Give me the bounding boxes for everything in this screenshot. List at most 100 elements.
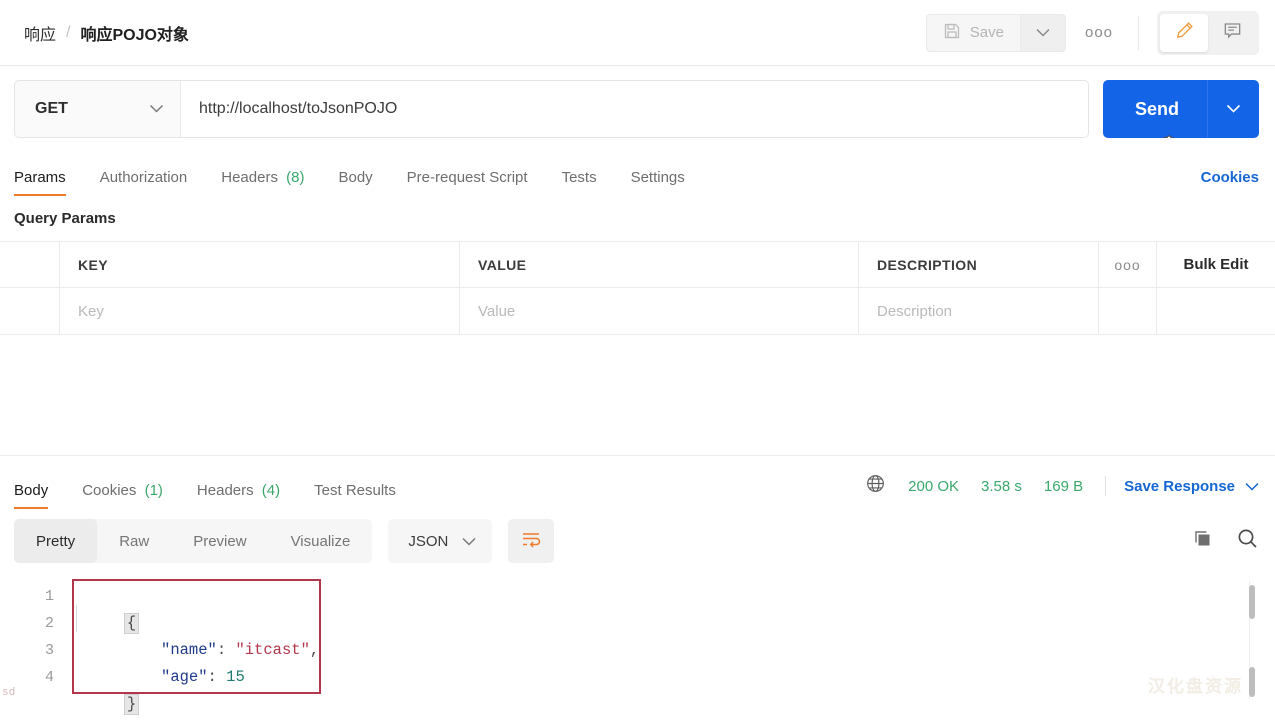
tab-pre-request-script[interactable]: Pre-request Script [407,169,528,196]
row-key-input[interactable]: Key [60,288,460,334]
comment-button[interactable] [1208,14,1256,52]
response-tab-body[interactable]: Body [14,482,49,509]
http-method-select[interactable]: GET [15,81,181,137]
response-tab-headers[interactable]: Headers (4) [197,482,280,509]
response-time: 3.58 s [981,477,1022,495]
json-string-value: "itcast" [235,641,310,659]
response-meta: 200 OK 3.58 s 169 B Save Response [865,473,1259,509]
scrollbar-thumb-top[interactable] [1249,585,1255,619]
code-line-4: } [68,664,1275,715]
chevron-down-icon [1036,24,1050,42]
chevron-down-icon [149,100,164,118]
response-body-viewer[interactable]: 1 2 3 4 { "name": "itcast", "age": 15 } … [0,573,1275,715]
row-actions-cell [1099,288,1157,334]
tab-tests-label: Tests [561,169,597,186]
breadcrumb-parent[interactable]: 响应 [24,21,56,45]
pencil-icon [1174,20,1195,46]
request-url-row: GET http://localhost/toJsonPOJO Send [0,66,1275,152]
http-method-value: GET [35,100,68,117]
cookies-link[interactable]: Cookies [1201,169,1259,196]
response-size: 169 B [1043,477,1084,495]
scrollbar-thumb-bottom[interactable] [1249,667,1255,697]
ooo-icon: ooo [1114,256,1141,273]
tab-authorization[interactable]: Authorization [100,169,188,196]
tab-settings-label: Settings [630,169,685,186]
chevron-down-icon [462,533,476,550]
globe-icon[interactable] [865,473,886,499]
select-all-checkbox-cell[interactable] [0,242,60,287]
column-header-key: KEY [60,242,460,287]
query-params-title: Query Params [14,210,116,227]
search-icon [1236,527,1259,555]
response-body-code[interactable]: { "name": "itcast", "age": 15 } [68,583,1275,715]
response-tab-cookies-label: Cookies [82,482,137,499]
save-response-button[interactable]: Save Response [1124,478,1259,495]
row-checkbox-cell[interactable] [0,288,60,334]
request-url-value: http://localhost/toJsonPOJO [199,100,398,117]
params-more-options-button[interactable]: ooo [1099,242,1157,287]
format-tab-pretty[interactable]: Pretty [14,519,98,563]
row-value-input[interactable]: Value [460,288,859,334]
brace-match-connector [76,605,77,632]
tab-tests[interactable]: Tests [562,169,597,196]
copy-button[interactable] [1192,528,1214,555]
ooo-icon: ooo [1084,24,1114,41]
response-tab-test-results[interactable]: Test Results [314,482,396,509]
response-tab-cookies[interactable]: Cookies (1) [82,482,163,509]
tab-body-label: Body [338,169,373,186]
json-key: "name" [161,641,217,659]
code-line-2: "name": "itcast", [68,610,1275,659]
tab-authorization-label: Authorization [99,169,188,186]
table-row: Key Value Description [0,288,1275,334]
top-bar: 响应 / 响应POJO对象 Save ooo [0,0,1275,66]
response-tab-cookies-count: (1) [144,482,163,499]
format-tab-pretty-label: Pretty [36,532,76,550]
response-body-scrollbar[interactable] [1249,581,1255,699]
chevron-down-icon [1226,100,1241,118]
more-options-button[interactable]: ooo [1078,14,1120,52]
save-button[interactable]: Save [927,15,1020,51]
format-tab-preview[interactable]: Preview [171,519,268,563]
copy-icon [1192,528,1214,555]
tab-params[interactable]: Params [14,169,66,196]
breadcrumb: 响应 / 响应POJO对象 [24,21,189,45]
request-tabs: Params Authorization Headers (8) Body Pr… [0,152,1275,196]
line-number: 1 [44,588,54,605]
search-button[interactable] [1236,527,1259,555]
format-tab-raw[interactable]: Raw [97,519,171,563]
tab-headers[interactable]: Headers (8) [221,169,304,196]
request-url-input[interactable]: http://localhost/toJsonPOJO [181,81,1088,137]
format-tab-preview-label: Preview [193,532,247,550]
save-dropdown-button[interactable] [1021,14,1065,51]
line-number: 3 [44,642,54,659]
bulk-edit-button[interactable]: Bulk Edit [1157,242,1275,287]
save-button-label: Save [969,24,1004,41]
json-colon: : [207,668,227,686]
response-language-select[interactable]: JSON [388,519,493,563]
response-language-value: JSON [408,532,449,550]
floppy-disk-icon [943,22,961,44]
response-header: Body Cookies (1) Headers (4) Test Result… [0,455,1275,509]
response-format-toolbar: Pretty Raw Preview Visualize JSON [0,509,1275,573]
response-status: 200 OK [908,477,960,495]
response-tab-test-results-label: Test Results [314,482,396,499]
send-dropdown-button[interactable] [1207,80,1259,138]
edit-mode-button[interactable] [1160,13,1208,52]
row-key-placeholder: Key [78,302,104,320]
format-tab-visualize[interactable]: Visualize [269,519,373,563]
chevron-down-icon [1245,478,1259,495]
toolbar-divider [1138,15,1139,50]
send-button-label: Send [1134,98,1179,119]
column-header-value: VALUE [460,242,859,287]
tab-settings[interactable]: Settings [631,169,685,196]
word-wrap-button[interactable] [508,519,555,563]
tab-headers-label: Headers [221,169,278,186]
response-meta-divider [1105,476,1107,496]
row-description-input[interactable]: Description [859,288,1099,334]
row-bulk-cell [1157,288,1275,334]
format-tab-raw-label: Raw [119,532,150,550]
send-button[interactable]: Send [1103,80,1207,138]
tab-body[interactable]: Body [338,169,372,196]
